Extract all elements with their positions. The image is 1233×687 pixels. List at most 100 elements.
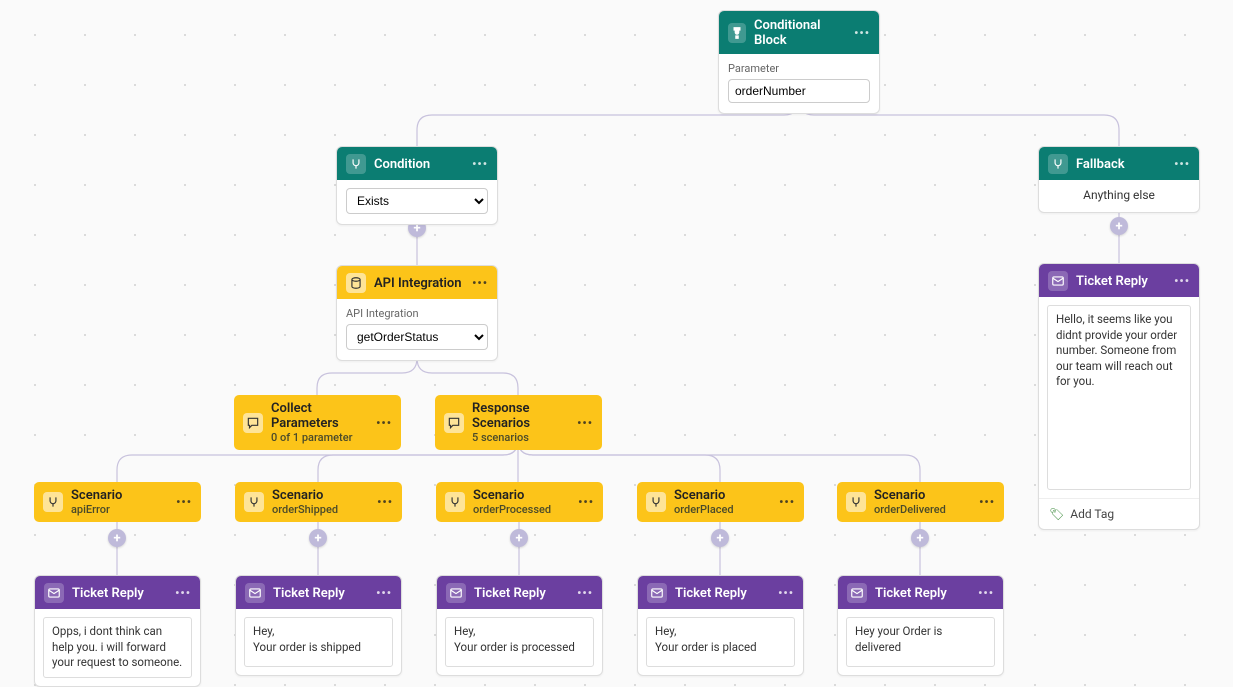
node-title: Ticket Reply <box>273 586 368 601</box>
add-tag-label: Add Tag <box>1070 507 1114 521</box>
node-header: API Integration ••• <box>337 266 497 299</box>
node-title: Condition <box>374 157 464 172</box>
add-node-button[interactable]: + <box>911 529 929 547</box>
node-title: API Integration <box>374 276 464 291</box>
node-header: Ticket Reply ••• <box>1039 264 1199 297</box>
node-title: Scenario <box>874 488 971 503</box>
node-header: Conditional Block ••• <box>719 11 879 54</box>
ticket-reply-node[interactable]: Ticket Reply ••• Hey,Your order is proces… <box>436 575 603 676</box>
add-tag-button[interactable]: 🏷 Add Tag <box>1039 498 1199 529</box>
mail-icon <box>44 583 64 603</box>
add-node-button[interactable]: + <box>309 529 327 547</box>
more-icon[interactable]: ••• <box>979 495 995 509</box>
more-icon[interactable]: ••• <box>376 416 392 430</box>
fallback-text: Anything else <box>1039 180 1199 212</box>
scenario-node[interactable]: Scenario orderProcessed ••• <box>436 482 603 522</box>
reply-message[interactable]: Opps, i dont think can help you. i will … <box>43 617 192 678</box>
scenario-name: orderPlaced <box>674 503 771 516</box>
node-title: Collect Parameters <box>271 401 368 431</box>
node-title: Ticket Reply <box>1076 274 1166 289</box>
node-header: Collect Parameters 0 of 1 parameter ••• <box>234 395 401 450</box>
node-title: Scenario <box>674 488 771 503</box>
ticket-reply-node[interactable]: Ticket Reply ••• Hey,Your order is placed <box>637 575 804 676</box>
mail-icon <box>446 583 466 603</box>
scenario-name: orderProcessed <box>473 503 570 516</box>
scenario-node[interactable]: Scenario orderDelivered ••• <box>837 482 1004 522</box>
more-icon[interactable]: ••• <box>472 157 488 171</box>
reply-message[interactable]: Hey your Order is delivered <box>846 617 995 667</box>
more-icon[interactable]: ••• <box>978 586 994 600</box>
more-icon[interactable]: ••• <box>472 276 488 290</box>
node-title: Response Scenarios <box>472 401 569 431</box>
chat-icon <box>444 413 464 433</box>
node-title: Ticket Reply <box>675 586 770 601</box>
add-node-button[interactable]: + <box>510 529 528 547</box>
node-title: Ticket Reply <box>72 586 167 601</box>
reply-message[interactable]: Hey,Your order is placed <box>646 617 795 667</box>
node-title: Scenario <box>71 488 168 503</box>
fallback-node[interactable]: Fallback ••• Anything else <box>1038 146 1200 213</box>
response-scenarios-node[interactable]: Response Scenarios 5 scenarios ••• <box>435 395 602 450</box>
condition-node[interactable]: Condition ••• Exists <box>336 146 498 225</box>
node-header: Condition ••• <box>337 147 497 180</box>
more-icon[interactable]: ••• <box>578 495 594 509</box>
mail-icon <box>847 583 867 603</box>
more-icon[interactable]: ••• <box>577 586 593 600</box>
ticket-reply-node[interactable]: Ticket Reply ••• Hey your Order is delive… <box>837 575 1004 676</box>
node-title: Ticket Reply <box>474 586 569 601</box>
scenario-name: apiError <box>71 503 168 516</box>
api-field-label: API Integration <box>346 307 488 320</box>
ticket-reply-node[interactable]: Ticket Reply ••• Hello, it seems like yo… <box>1038 263 1200 530</box>
branch-icon <box>1048 154 1068 174</box>
more-icon[interactable]: ••• <box>778 586 794 600</box>
add-node-button[interactable]: + <box>108 529 126 547</box>
more-icon[interactable]: ••• <box>377 495 393 509</box>
parameter-input[interactable] <box>728 79 870 103</box>
branch-icon <box>846 492 866 512</box>
reply-message[interactable]: Hey,Your order is shipped <box>244 617 393 667</box>
conditional-block-node[interactable]: Conditional Block ••• Parameter <box>718 10 880 114</box>
mail-icon <box>647 583 667 603</box>
mail-icon <box>1048 271 1068 291</box>
add-node-button[interactable]: + <box>711 529 729 547</box>
more-icon[interactable]: ••• <box>175 586 191 600</box>
more-icon[interactable]: ••• <box>577 416 593 430</box>
chat-icon <box>243 413 263 433</box>
ticket-reply-node[interactable]: Ticket Reply ••• Opps, i dont think can h… <box>34 575 201 687</box>
api-integration-node[interactable]: API Integration ••• API Integration getO… <box>336 265 498 361</box>
node-title: Conditional Block <box>754 18 846 48</box>
branch-icon <box>445 492 465 512</box>
scenario-node[interactable]: Scenario apiError ••• <box>34 482 201 522</box>
reply-message[interactable]: Hey,Your order is processed <box>445 617 594 667</box>
scenario-name: orderDelivered <box>874 503 971 516</box>
more-icon[interactable]: ••• <box>1174 274 1190 288</box>
node-subtitle: 5 scenarios <box>472 431 569 444</box>
database-icon <box>346 273 366 293</box>
node-title: Scenario <box>473 488 570 503</box>
scenario-node[interactable]: Scenario orderPlaced ••• <box>637 482 804 522</box>
tag-icon: 🏷 <box>1049 507 1064 521</box>
more-icon[interactable]: ••• <box>1174 157 1190 171</box>
add-node-button[interactable]: + <box>1110 217 1128 235</box>
api-select[interactable]: getOrderStatus <box>346 324 488 350</box>
more-icon[interactable]: ••• <box>176 495 192 509</box>
scenario-node[interactable]: Scenario orderShipped ••• <box>235 482 402 522</box>
more-icon[interactable]: ••• <box>779 495 795 509</box>
condition-select[interactable]: Exists <box>346 188 488 214</box>
scenario-name: orderShipped <box>272 503 369 516</box>
more-icon[interactable]: ••• <box>854 26 870 40</box>
node-title: Fallback <box>1076 157 1166 172</box>
reply-message[interactable]: Hello, it seems like you didnt provide y… <box>1047 305 1191 490</box>
collect-parameters-node[interactable]: Collect Parameters 0 of 1 parameter ••• <box>234 395 401 450</box>
node-title: Ticket Reply <box>875 586 970 601</box>
branch-icon <box>43 492 63 512</box>
node-subtitle: 0 of 1 parameter <box>271 431 368 444</box>
node-header: Fallback ••• <box>1039 147 1199 180</box>
more-icon[interactable]: ••• <box>376 586 392 600</box>
branch-icon <box>728 23 746 43</box>
mail-icon <box>245 583 265 603</box>
node-header: Response Scenarios 5 scenarios ••• <box>435 395 602 450</box>
param-label: Parameter <box>728 62 870 75</box>
ticket-reply-node[interactable]: Ticket Reply ••• Hey,Your order is shippe… <box>235 575 402 676</box>
branch-icon <box>244 492 264 512</box>
